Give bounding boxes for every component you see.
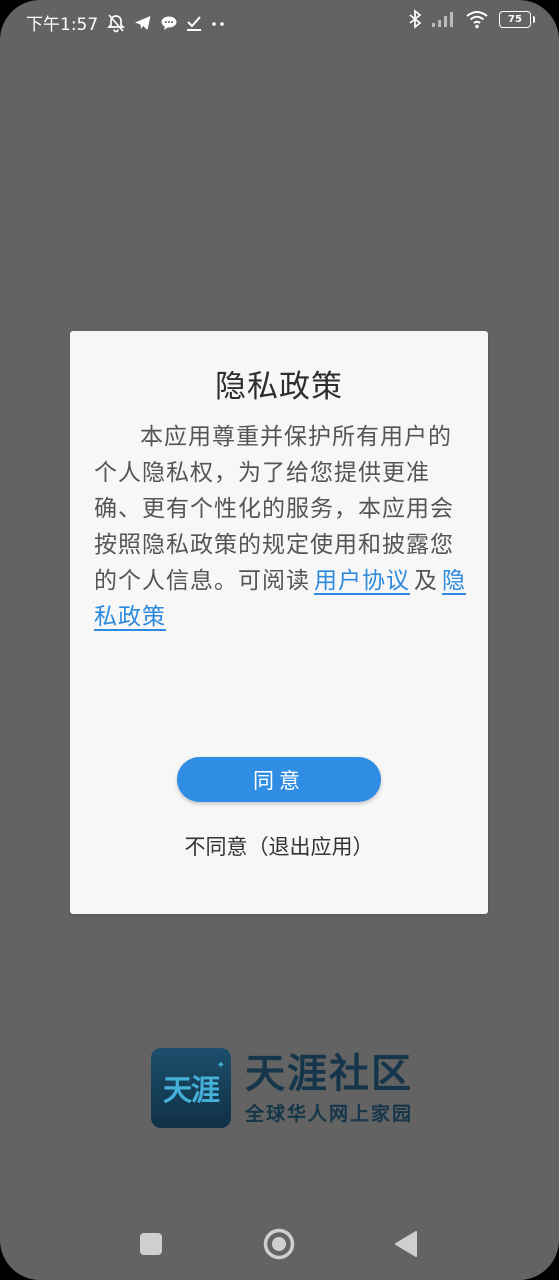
privacy-dialog: 隐私政策 本应用尊重并保护所有用户的个人隐私权，为了给您提供更准确、更有个性化的…: [70, 331, 488, 914]
brand-name: 天涯社区: [245, 1050, 413, 1097]
status-time: 下午1:57: [26, 15, 99, 35]
status-bar-right: 75: [409, 9, 535, 29]
sparkle-icon: ✦: [216, 1060, 225, 1071]
status-bar-left: 下午1:57: [26, 10, 226, 35]
back-triangle-icon[interactable]: [394, 1230, 418, 1262]
chat-bubble-icon: [160, 14, 178, 32]
navigation-bar: [0, 1216, 559, 1272]
home-circle-icon[interactable]: [263, 1228, 295, 1264]
brand-slogan: 全球华人网上家园: [245, 1102, 414, 1125]
download-check-icon: [186, 14, 202, 32]
status-bar: 下午1:57 75: [0, 0, 559, 44]
wifi-icon: [465, 9, 489, 29]
telegram-icon: [134, 14, 152, 32]
brand-logo-area: 天涯 ✦ 天涯社区 全球华人网上家园: [151, 1048, 413, 1128]
battery-icon: 75: [499, 10, 535, 28]
brand-texts: 天涯社区 全球华人网上家园: [245, 1051, 413, 1126]
dialog-body: 本应用尊重并保护所有用户的个人隐私权，为了给您提供更准确、更有个性化的服务，本应…: [94, 419, 466, 635]
recents-square-icon[interactable]: [139, 1232, 163, 1260]
app-logo-text: 天涯: [162, 1073, 220, 1107]
battery-level: 75: [508, 13, 522, 25]
more-dots-icon: [210, 14, 226, 32]
dialog-title: 隐私政策: [215, 369, 343, 405]
agree-button[interactable]: 同意: [177, 757, 381, 802]
disagree-exit-button[interactable]: 不同意（退出应用）: [70, 831, 488, 861]
dialog-conjunction: 及: [414, 568, 438, 594]
user-agreement-link[interactable]: 用户协议: [310, 568, 414, 594]
mute-notification-icon: [106, 13, 126, 33]
phone-screen: 下午1:57 75 隐私政策 本应用尊重并保护所有用户的个人隐私权，为了给您提供…: [0, 0, 559, 1280]
app-logo: 天涯 ✦: [151, 1048, 231, 1128]
signal-icon: [431, 10, 455, 28]
bluetooth-icon: [409, 9, 421, 29]
